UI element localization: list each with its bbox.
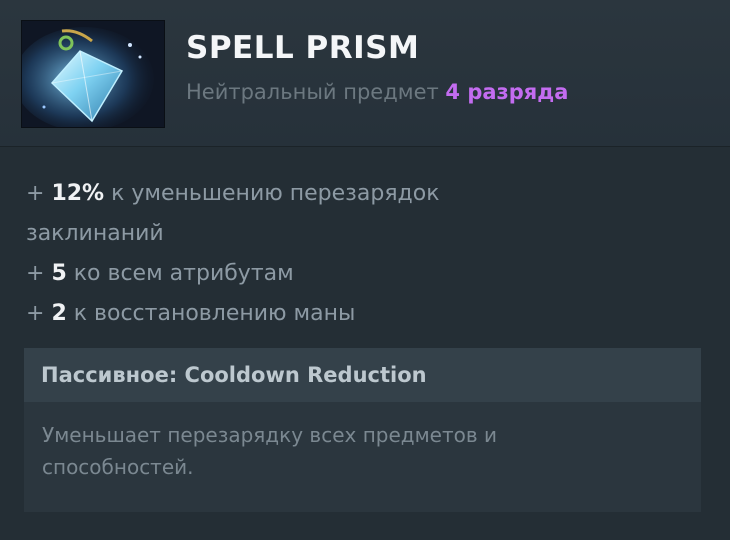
ability-description: Уменьшает перезарядку всех предметов и с… <box>24 402 701 500</box>
stat-mana-regen: + 2 к восстановлению маны <box>26 294 626 334</box>
stat-cooldown: + 12% к уменьшению перезарядок <box>26 174 626 214</box>
tooltip-header: SPELL PRISM Нейтральный предмет 4 разряд… <box>0 0 730 147</box>
stat-plus: + <box>26 301 45 326</box>
stat-cooldown-cont: заклинаний <box>26 214 626 254</box>
stat-text: к восстановлению маны <box>73 301 356 326</box>
ability-header: Пассивное: Cooldown Reduction <box>24 348 701 402</box>
stat-attributes: + 5 ко всем атрибутам <box>26 254 626 294</box>
spell-prism-crystal-icon <box>21 20 165 128</box>
item-subtitle: Нейтральный предмет 4 разряда <box>186 80 568 104</box>
stat-text: к уменьшению перезарядок <box>111 181 440 206</box>
item-tooltip: SPELL PRISM Нейтральный предмет 4 разряд… <box>0 0 730 540</box>
stat-value: 12% <box>51 181 105 206</box>
item-category: Нейтральный предмет <box>186 80 439 104</box>
stat-list: + 12% к уменьшению перезарядок заклинани… <box>26 174 626 334</box>
stat-plus: + <box>26 181 45 206</box>
stat-text: заклинаний <box>26 221 164 246</box>
ability-description-line: Уменьшает перезарядку всех предметов и <box>42 423 498 447</box>
passive-ability-box: Пассивное: Cooldown Reduction Уменьшает … <box>24 348 701 512</box>
stat-text: ко всем атрибутам <box>73 261 294 286</box>
stat-value: 5 <box>51 261 67 286</box>
ability-description-line: способностей. <box>42 455 194 479</box>
item-name: SPELL PRISM <box>186 30 420 66</box>
stat-plus: + <box>26 261 45 286</box>
item-tier: 4 разряда <box>445 80 569 104</box>
stat-value: 2 <box>51 301 67 326</box>
